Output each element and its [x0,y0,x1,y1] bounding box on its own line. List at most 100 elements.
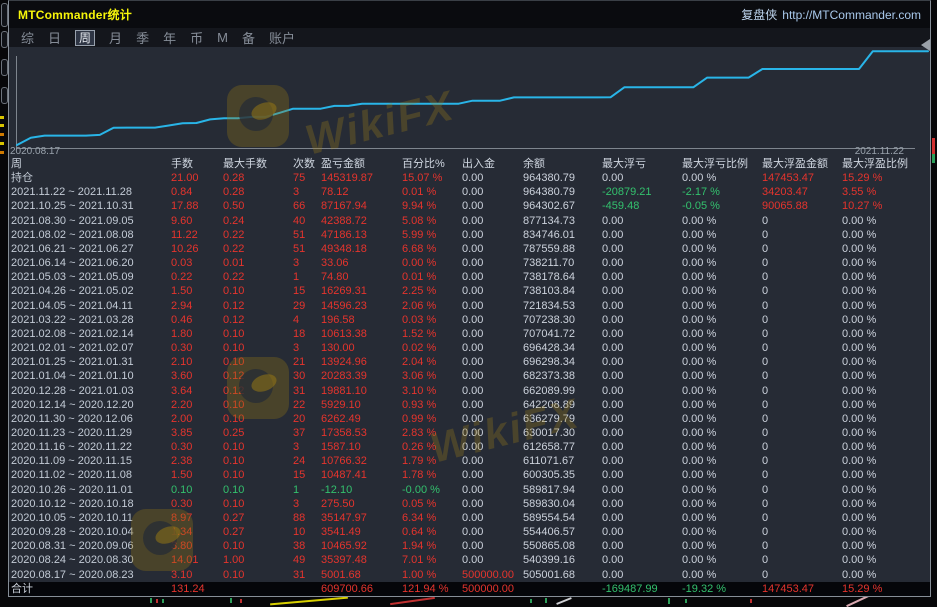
cell [523,582,602,596]
column-header: 出入金 [462,157,523,171]
cell: 2.94 [171,299,223,313]
cell: 9.60 [171,214,223,228]
cell: 0.00 [602,511,682,525]
balance-curve [17,51,928,145]
cell: 40 [293,214,321,228]
cell: 15.29 % [842,171,930,185]
table-row[interactable]: 2020.11.30 ~ 2020.12.062.000.10206262.49… [9,412,930,426]
cell: 19881.10 [321,384,402,398]
table-row[interactable]: 2020.11.09 ~ 2020.11.152.380.102410766.3… [9,454,930,468]
cell: 0.00 [602,440,682,454]
menu-item-日[interactable]: 日 [48,28,61,47]
table-row[interactable]: 2021.03.22 ~ 2021.03.280.460.124196.580.… [9,313,930,327]
table-row[interactable]: 2021.05.03 ~ 2021.05.090.220.22174.800.0… [9,270,930,284]
cell: 1587.10 [321,440,402,454]
table-row[interactable]: 2021.06.21 ~ 2021.06.2710.260.225149348.… [9,242,930,256]
table-row[interactable]: 2020.11.16 ~ 2020.11.220.300.1031587.100… [9,440,930,454]
table-row[interactable]: 2021.06.14 ~ 2021.06.200.030.01333.060.0… [9,256,930,270]
table-row[interactable]: 2020.11.23 ~ 2020.11.293.850.253717358.5… [9,426,930,440]
cell: 1 [293,483,321,497]
table-row[interactable]: 2021.08.30 ~ 2021.09.059.600.244042388.7… [9,214,930,228]
table-row[interactable]: 2021.02.01 ~ 2021.02.070.300.103130.000.… [9,341,930,355]
cell: 2.20 [171,398,223,412]
cell: 0.00 [602,327,682,341]
cell: 14.01 [171,553,223,567]
cell: 0.00 % [842,228,930,242]
table-row[interactable]: 2020.08.17 ~ 2020.08.233.100.10315001.68… [9,568,930,582]
cell: 0.00 [602,228,682,242]
table-total-row[interactable]: 合计131.24609700.66121.94 %500000.00-16948… [9,582,930,596]
table-row[interactable]: 2020.10.26 ~ 2020.11.010.100.101-12.10-0… [9,483,930,497]
column-header: 周 [11,157,171,171]
table-row[interactable]: 2021.04.05 ~ 2021.04.112.940.122914596.2… [9,299,930,313]
site-url[interactable]: http://MTCommander.com [782,8,921,22]
cell: 662089.99 [523,384,602,398]
cell: 17358.53 [321,426,402,440]
table-row[interactable]: 2020.12.28 ~ 2021.01.033.640.123119881.1… [9,384,930,398]
cell: 0.00 % [842,313,930,327]
cell: 88 [293,511,321,525]
cell: 0.27 [223,525,293,539]
menu-item-综[interactable]: 综 [21,28,34,47]
cell: 1.34 [171,525,223,539]
cell: 1.78 % [402,468,462,482]
menu-item-备[interactable]: 备 [242,28,255,47]
table-row[interactable]: 2020.10.12 ~ 2020.10.180.300.103275.500.… [9,497,930,511]
cell: 0.00 % [842,327,930,341]
table-row[interactable]: 2020.08.31 ~ 2020.09.063.800.103810465.9… [9,539,930,553]
table-row[interactable]: 2020.11.02 ~ 2020.11.081.500.101510487.4… [9,468,930,482]
cell: 0 [762,497,842,511]
cell: 636279.79 [523,412,602,426]
cell: 3 [293,497,321,511]
cell: 0.30 [171,440,223,454]
cell: 20 [293,412,321,426]
menu-item-币[interactable]: 币 [190,28,203,47]
menu-item-M[interactable]: M [217,30,228,45]
cell: 0.22 [171,270,223,284]
menu-item-季[interactable]: 季 [136,28,149,47]
background-toolbar-button [1,59,8,76]
cell: 0.00 % [682,412,762,426]
background-marker [0,151,4,154]
cell: 0.00 % [842,355,930,369]
menu-item-月[interactable]: 月 [109,28,122,47]
title-link[interactable]: 复盘侠http://MTCommander.com [741,6,921,23]
cell: 0.00 [602,412,682,426]
cell: 707238.30 [523,313,602,327]
table-row[interactable]: 持仓21.000.2875145319.8715.07 %0.00964380.… [9,171,930,185]
cell: 0.00 % [682,440,762,454]
cell: 9.94 % [402,199,462,213]
table-row[interactable]: 2021.10.25 ~ 2021.10.3117.880.506687167.… [9,199,930,213]
cell: 0.00 % [842,256,930,270]
background-marker [0,116,4,119]
resize-grip-icon[interactable] [921,39,930,51]
cell: 0.46 [171,313,223,327]
table-row[interactable]: 2021.01.25 ~ 2021.01.312.100.102113924.9… [9,355,930,369]
table-row[interactable]: 2021.11.22 ~ 2021.11.280.840.28378.120.0… [9,185,930,199]
table-row[interactable]: 2020.10.05 ~ 2020.10.118.970.278835147.9… [9,511,930,525]
table-row[interactable]: 2021.04.26 ~ 2021.05.021.500.101516269.3… [9,284,930,298]
background-candle [932,154,935,163]
cell: 630017.30 [523,426,602,440]
column-header: 盈亏金额 [321,157,402,171]
cell: 3.80 [171,539,223,553]
cell: 121.94 % [402,582,462,596]
cell: 10.27 % [842,199,930,213]
menu-item-年[interactable]: 年 [163,28,176,47]
cell: 2020.10.05 ~ 2020.10.11 [11,511,171,525]
cell: 0 [762,426,842,440]
table-row[interactable]: 2021.08.02 ~ 2021.08.0811.220.225147186.… [9,228,930,242]
table-row[interactable]: 2021.01.04 ~ 2021.01.103.600.123020283.3… [9,369,930,383]
cell: 0.00 % [842,214,930,228]
table-row[interactable]: 2020.08.24 ~ 2020.08.3014.011.004935397.… [9,553,930,567]
table-row[interactable]: 2021.02.08 ~ 2021.02.141.800.101810613.3… [9,327,930,341]
cell: 0.01 % [402,270,462,284]
title-bar[interactable]: MTCommander统计 复盘侠http://MTCommander.com [9,1,930,28]
menu-item-账户[interactable]: 账户 [269,28,295,47]
cell: 2020.12.28 ~ 2021.01.03 [11,384,171,398]
table-row[interactable]: 2020.09.28 ~ 2020.10.041.340.27103541.49… [9,525,930,539]
menu-item-周[interactable]: 周 [75,30,95,46]
table-row[interactable]: 2020.12.14 ~ 2020.12.202.200.10225929.10… [9,398,930,412]
cell: 2.10 [171,355,223,369]
background-toolbar-button [1,87,8,104]
